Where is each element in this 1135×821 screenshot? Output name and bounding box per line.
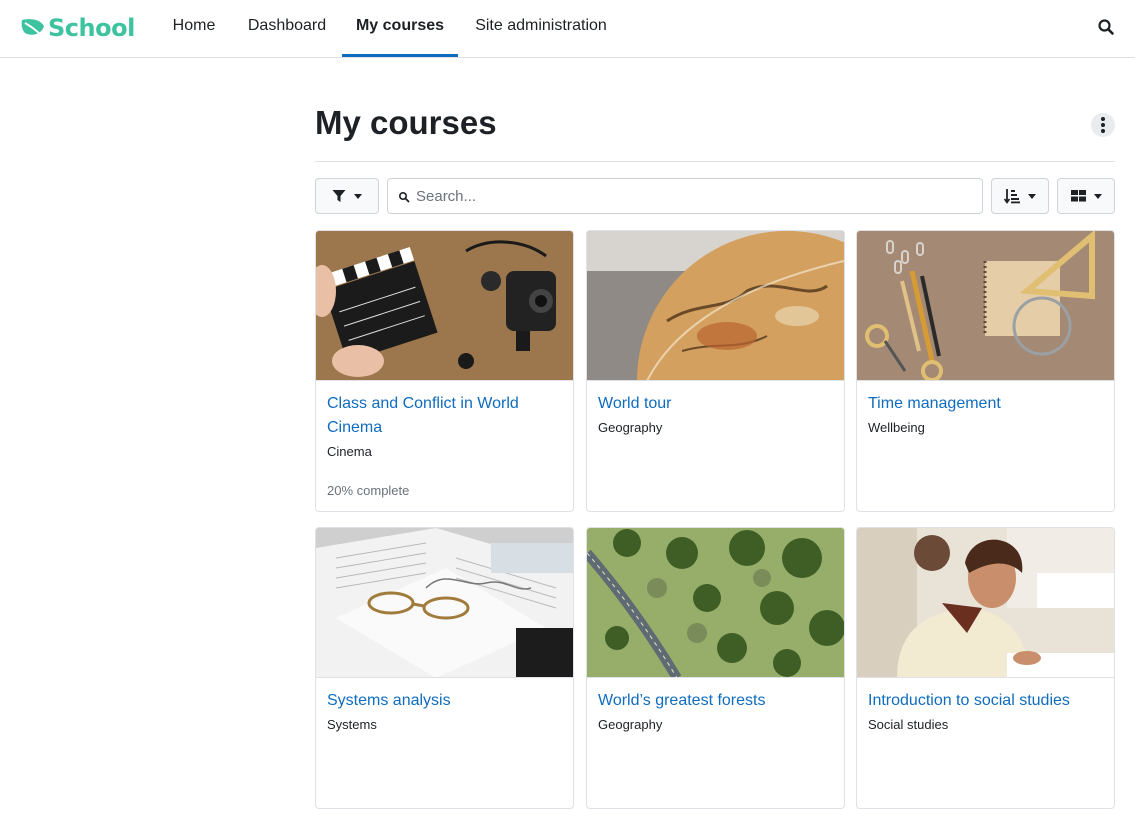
sort-dropdown-button[interactable] bbox=[991, 178, 1049, 214]
view-dropdown-button[interactable] bbox=[1057, 178, 1115, 214]
course-category: Geography bbox=[598, 717, 663, 732]
filter-dropdown-button[interactable] bbox=[315, 178, 379, 214]
course-card-class-and-conflict[interactable]: Class and Conflict in World Cinema Cinem… bbox=[315, 230, 574, 512]
course-image[interactable] bbox=[587, 231, 844, 381]
search-button[interactable] bbox=[1096, 17, 1116, 37]
course-card-world-tour[interactable]: World tour Geography bbox=[586, 230, 845, 512]
course-search-field[interactable] bbox=[387, 178, 983, 214]
course-category: Social studies bbox=[868, 717, 949, 732]
nav-my-courses[interactable]: My courses bbox=[342, 0, 458, 58]
course-title[interactable]: Class and Conflict in World Cinema bbox=[327, 392, 563, 440]
course-category: Systems bbox=[327, 717, 377, 732]
open-book-glasses-image bbox=[316, 528, 573, 677]
site-logo[interactable]: School bbox=[20, 12, 135, 44]
top-navbar: School Home Dashboard My courses Site ad… bbox=[0, 0, 1135, 58]
course-title[interactable]: Systems analysis bbox=[327, 689, 563, 713]
student-studying-image bbox=[857, 528, 1114, 677]
course-image[interactable] bbox=[316, 231, 573, 381]
course-category: Cinema bbox=[327, 444, 372, 459]
course-title[interactable]: World’s greatest forests bbox=[598, 689, 834, 713]
chevron-down-icon bbox=[1093, 193, 1102, 199]
course-card-systems-analysis[interactable]: Systems analysis Systems bbox=[315, 527, 574, 809]
course-image[interactable] bbox=[587, 528, 844, 678]
globe-image bbox=[587, 231, 844, 380]
course-category: Geography bbox=[598, 420, 663, 435]
site-name: School bbox=[48, 14, 135, 42]
course-image[interactable] bbox=[857, 528, 1114, 678]
course-progress: 20% complete bbox=[327, 483, 410, 498]
course-title[interactable]: World tour bbox=[598, 392, 834, 416]
nav-site-administration[interactable]: Site administration bbox=[466, 0, 616, 58]
search-icon bbox=[398, 191, 410, 203]
page-actions-button[interactable] bbox=[1091, 113, 1115, 137]
chevron-down-icon bbox=[1028, 193, 1036, 199]
stationery-notebook-image bbox=[857, 231, 1114, 380]
chevron-down-icon bbox=[354, 193, 362, 199]
sort-icon bbox=[1004, 189, 1020, 204]
page-title: My courses bbox=[315, 104, 497, 141]
grid-view-icon bbox=[1070, 190, 1086, 202]
heading-divider bbox=[315, 161, 1115, 162]
filter-icon bbox=[332, 190, 346, 202]
aerial-forest-road-image bbox=[587, 528, 844, 677]
search-input[interactable] bbox=[416, 179, 976, 213]
nav-dashboard[interactable]: Dashboard bbox=[242, 0, 332, 58]
leaf-icon bbox=[21, 19, 44, 37]
kebab-icon bbox=[1101, 117, 1105, 121]
nav-home[interactable]: Home bbox=[166, 0, 222, 58]
course-card-time-management[interactable]: Time management Wellbeing bbox=[856, 230, 1115, 512]
search-icon bbox=[1098, 19, 1114, 35]
course-title[interactable]: Introduction to social studies bbox=[868, 689, 1104, 713]
clapperboard-camera-image bbox=[316, 231, 573, 380]
course-card-intro-social-studies[interactable]: Introduction to social studies Social st… bbox=[856, 527, 1115, 809]
course-title[interactable]: Time management bbox=[868, 392, 1104, 416]
course-image[interactable] bbox=[316, 528, 573, 678]
course-image[interactable] bbox=[857, 231, 1114, 381]
course-category: Wellbeing bbox=[868, 420, 925, 435]
course-card-worlds-greatest-forests[interactable]: World’s greatest forests Geography bbox=[586, 527, 845, 809]
